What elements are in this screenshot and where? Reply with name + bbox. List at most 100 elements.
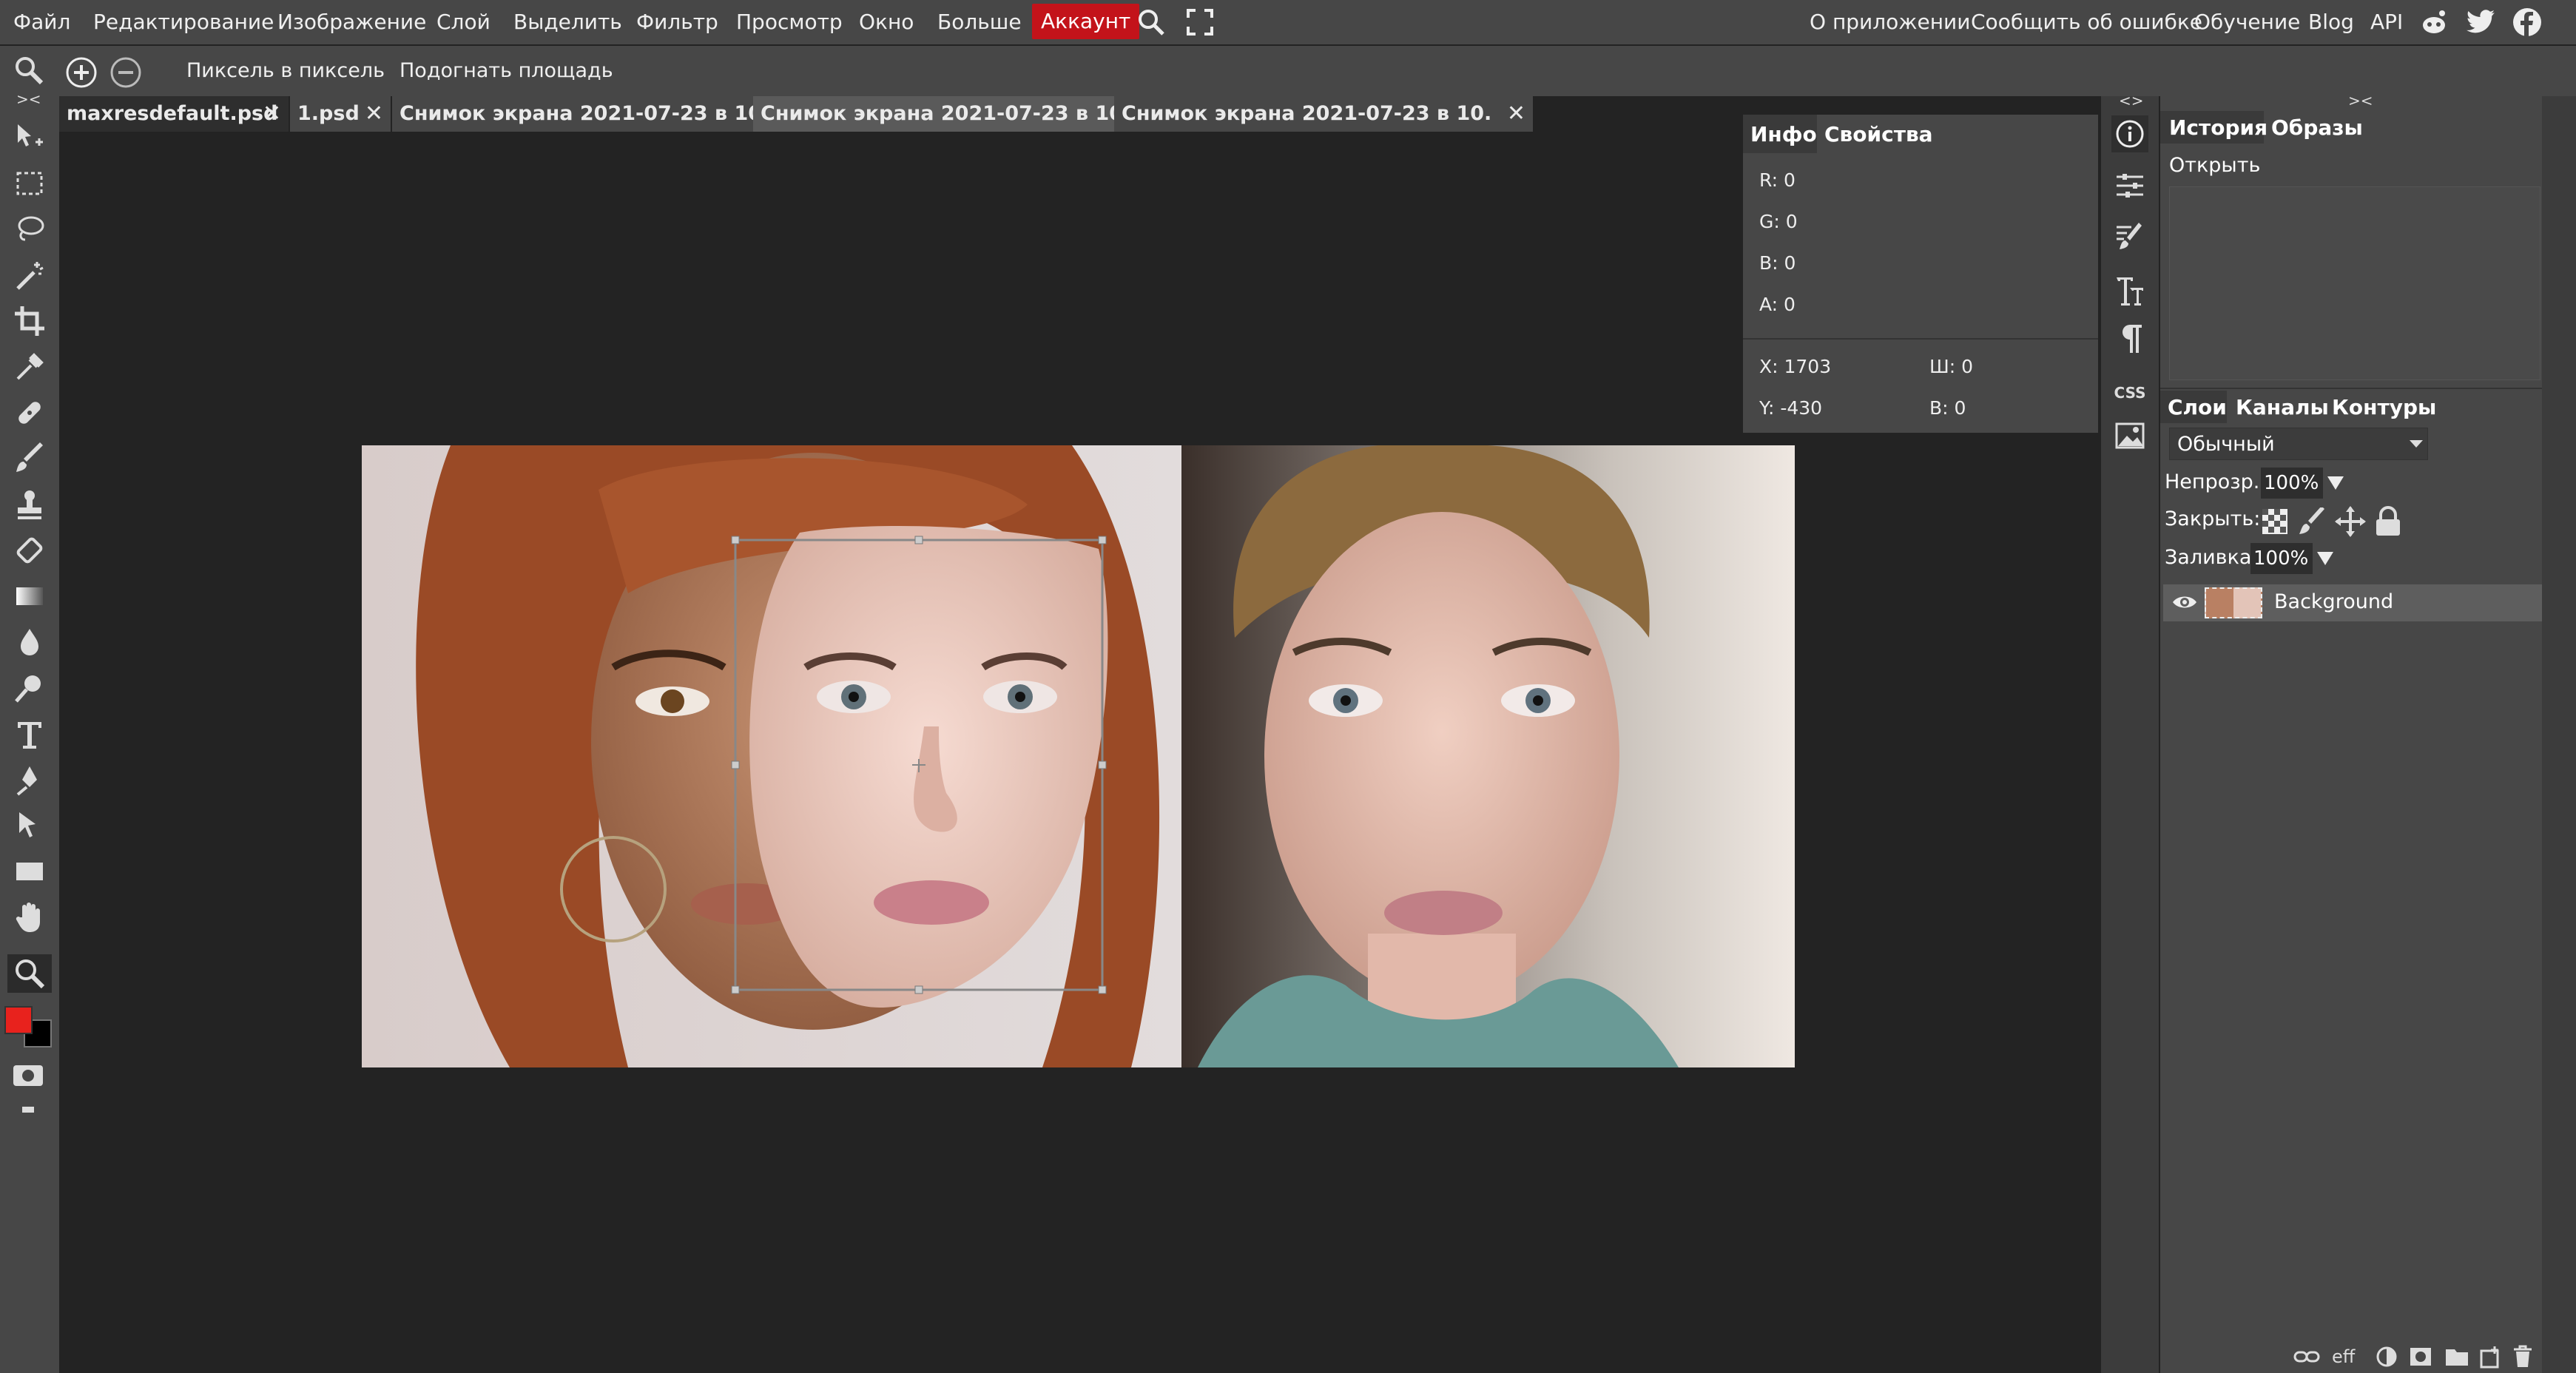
adjustment-layer-icon[interactable] — [2376, 1346, 2397, 1367]
menu-filter[interactable]: Фильтр — [636, 0, 718, 44]
menu-file[interactable]: Файл — [13, 0, 70, 44]
zoom-in-icon[interactable] — [65, 56, 98, 89]
magic-wand-icon[interactable] — [7, 256, 52, 294]
gradient-icon[interactable] — [7, 577, 52, 615]
layer-row-background[interactable]: Background — [2163, 584, 2542, 621]
tab-1psd[interactable]: 1.psd ✕ — [290, 96, 391, 132]
menu-image[interactable]: Изображение — [277, 0, 426, 44]
tab-close-icon[interactable]: ✕ — [263, 96, 281, 132]
menu-learn[interactable]: Обучение — [2194, 0, 2300, 44]
eyedropper-icon[interactable] — [7, 348, 52, 386]
tab-info-label: Инфо — [1750, 122, 1817, 146]
info-icon[interactable] — [2111, 115, 2148, 152]
info-divider — [1743, 338, 2098, 340]
menu-about[interactable]: О приложении — [1810, 0, 1970, 44]
hand-icon[interactable] — [7, 898, 52, 937]
tab-info[interactable]: Инфо — [1743, 115, 1817, 153]
marquee-icon[interactable] — [7, 164, 52, 203]
menu-window[interactable]: Окно — [859, 0, 914, 44]
new-layer-icon[interactable] — [2480, 1346, 2502, 1369]
screen-mode-icon[interactable] — [22, 1107, 34, 1113]
opacity-dropdown-icon[interactable] — [2327, 476, 2344, 490]
type-icon[interactable] — [7, 715, 52, 753]
lock-transparency-icon[interactable] — [2261, 507, 2289, 536]
menu-api[interactable]: API — [2370, 0, 2403, 44]
blur-icon[interactable] — [7, 623, 52, 661]
link-layers-icon[interactable] — [2293, 1349, 2320, 1364]
opacity-input[interactable]: 100% — [2261, 468, 2323, 499]
dodge-icon[interactable] — [7, 669, 52, 707]
reddit-icon[interactable] — [2419, 7, 2449, 37]
eraser-icon[interactable] — [7, 531, 52, 570]
menu-layer[interactable]: Слой — [436, 0, 490, 44]
tab-close-icon[interactable]: ✕ — [365, 96, 383, 132]
fill-label: Заливка: — [2165, 546, 2259, 569]
tab-label: maxresdefault.psd — [67, 102, 278, 125]
healing-icon[interactable] — [7, 394, 52, 432]
fit-area-button[interactable]: Подогнать площадь — [399, 49, 613, 93]
brush-settings-icon[interactable] — [2111, 219, 2148, 256]
quick-mask-icon[interactable] — [13, 1065, 43, 1086]
document-canvas[interactable] — [362, 445, 1795, 1067]
css-icon[interactable]: CSS — [2111, 374, 2148, 411]
search-icon[interactable] — [1136, 7, 1166, 37]
crop-icon[interactable] — [7, 302, 52, 340]
fill-input[interactable]: 100% — [2250, 543, 2313, 574]
fill-dropdown-icon[interactable] — [2317, 552, 2333, 565]
tab-channels[interactable]: Каналы — [2236, 395, 2329, 419]
eye-icon[interactable] — [2172, 593, 2197, 611]
tab-screenshot-3[interactable]: Снимок экрана 2021-07-23 в 10. ✕ — [1114, 96, 1533, 132]
move-icon[interactable] — [7, 118, 52, 157]
menu-edit[interactable]: Редактирование — [93, 0, 274, 44]
tab-layers[interactable]: Слои — [2160, 391, 2227, 423]
zoom-out-icon[interactable] — [109, 56, 142, 89]
history-item-open[interactable]: Открыть — [2169, 154, 2260, 177]
blend-mode-select[interactable]: Обычный — [2169, 428, 2428, 460]
info-a: A: 0 — [1759, 294, 1796, 315]
zoom-icon[interactable] — [7, 954, 52, 993]
brush-icon[interactable] — [7, 439, 52, 478]
menu-select[interactable]: Выделить — [513, 0, 622, 44]
tab-close-icon[interactable]: ✕ — [1507, 96, 1525, 132]
lock-move-icon[interactable] — [2335, 506, 2366, 537]
twitter-icon[interactable] — [2467, 9, 2496, 36]
account-button[interactable]: Аккаунт — [1032, 4, 1140, 39]
pixel-to-pixel-button[interactable]: Пиксель в пиксель — [186, 49, 385, 93]
pen-icon[interactable] — [7, 760, 52, 799]
collapse-panels-icon[interactable]: >< — [2348, 92, 2373, 109]
tab-images[interactable]: Образы — [2271, 115, 2363, 140]
lock-all-icon[interactable] — [2375, 506, 2401, 537]
stamp-icon[interactable] — [7, 485, 52, 524]
right-scrollbar[interactable] — [2542, 96, 2576, 1373]
menu-more[interactable]: Больше — [937, 0, 1022, 44]
new-group-icon[interactable] — [2444, 1346, 2469, 1367]
fullscreen-icon[interactable] — [1187, 9, 1213, 36]
expand-panels-icon[interactable]: <> — [2119, 92, 2144, 109]
image-panel-icon[interactable] — [2111, 417, 2148, 454]
facebook-icon[interactable] — [2512, 7, 2542, 37]
path-select-icon[interactable] — [7, 806, 52, 845]
delete-layer-icon[interactable] — [2512, 1345, 2533, 1369]
character-icon[interactable] — [2111, 272, 2148, 309]
foreground-color-swatch[interactable] — [4, 1006, 33, 1034]
adjustments-icon[interactable] — [2111, 167, 2148, 204]
tab-maxresdefault[interactable]: maxresdefault.psd ✕ — [59, 96, 289, 132]
tab-paths[interactable]: Контуры — [2332, 395, 2436, 419]
tab-screenshot-1[interactable]: Снимок экрана 2021-07-23 в 10.✕ — [392, 96, 812, 132]
tab-screenshot-2[interactable]: Снимок экрана 2021-07-23 в 10.✕ — [753, 96, 1173, 132]
menu-view[interactable]: Просмотр — [736, 0, 843, 44]
lock-paint-icon[interactable] — [2298, 507, 2326, 536]
tab-history[interactable]: История — [2160, 111, 2268, 144]
layer-mask-icon[interactable] — [2409, 1346, 2432, 1367]
collapse-tools-icon[interactable]: >< — [16, 90, 41, 108]
menu-report-bug[interactable]: Сообщить об ошибке — [1971, 0, 2202, 44]
tab-properties[interactable]: Свойства — [1824, 122, 1933, 146]
effects-button[interactable]: eff — [2332, 1346, 2355, 1367]
layer-name[interactable]: Background — [2274, 590, 2393, 613]
shape-icon[interactable] — [7, 852, 52, 891]
tab-layers-label: Слои — [2168, 395, 2227, 419]
menu-blog[interactable]: Blog — [2308, 0, 2354, 44]
paragraph-icon[interactable] — [2111, 320, 2148, 357]
lasso-icon[interactable] — [7, 210, 52, 249]
chevron-down-icon — [2410, 440, 2423, 448]
